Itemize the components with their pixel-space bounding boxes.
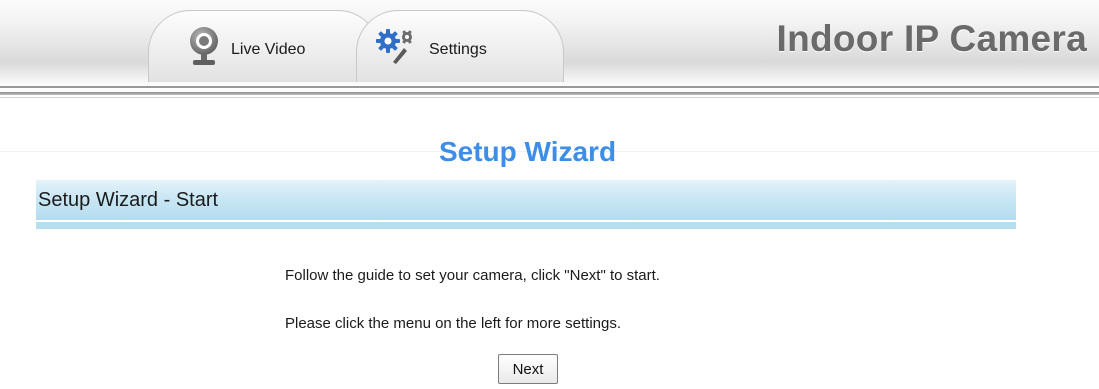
header-divider [0,86,1099,88]
section-header: Setup Wizard - Start [36,180,1016,220]
tab-live-video[interactable]: Live Video [148,10,380,82]
tab-settings[interactable]: Settings [356,10,564,82]
next-button[interactable]: Next [498,354,558,384]
guide-text-menu: Please click the menu on the left for mo… [285,315,621,332]
header-divider [0,92,1099,95]
guide-text-start: Follow the guide to set your camera, cli… [285,267,660,284]
page-title: Setup Wizard [438,136,617,167]
section-underline [36,222,1016,229]
tab-live-video-label: Live Video [231,40,306,58]
brand-title: Indoor IP Camera [776,18,1087,59]
header-divider [0,97,1099,98]
section-title: Setup Wizard - Start [38,188,219,211]
tab-settings-label: Settings [429,40,487,58]
webcam-icon [187,26,221,71]
header-bar: Live Video Settings Indoor IP Camera [0,0,1099,100]
gears-wrench-icon [373,26,419,71]
